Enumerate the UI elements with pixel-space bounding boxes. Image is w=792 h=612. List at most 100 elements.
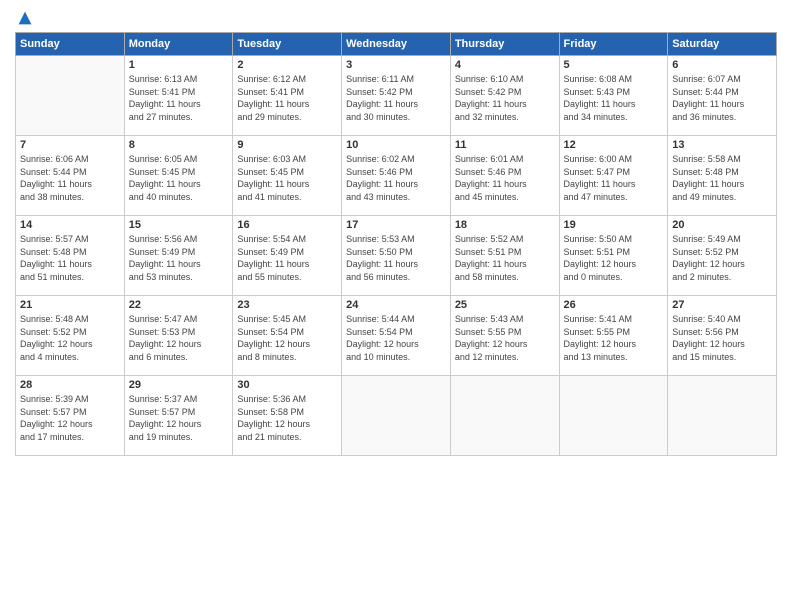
day-info: Sunrise: 5:36 AM Sunset: 5:58 PM Dayligh…	[237, 393, 337, 443]
day-info: Sunrise: 5:57 AM Sunset: 5:48 PM Dayligh…	[20, 233, 120, 283]
day-info: Sunrise: 6:10 AM Sunset: 5:42 PM Dayligh…	[455, 73, 555, 123]
weekday-header-sunday: Sunday	[16, 33, 125, 56]
day-number: 16	[237, 219, 337, 231]
weekday-header-row: SundayMondayTuesdayWednesdayThursdayFrid…	[16, 33, 777, 56]
calendar-cell: 14 Sunrise: 5:57 AM Sunset: 5:48 PM Dayli…	[16, 216, 125, 296]
logo	[15, 10, 33, 26]
calendar-cell: 1 Sunrise: 6:13 AM Sunset: 5:41 PM Daylig…	[124, 56, 233, 136]
calendar-cell: 12 Sunrise: 6:00 AM Sunset: 5:47 PM Dayli…	[559, 136, 668, 216]
calendar-cell: 11 Sunrise: 6:01 AM Sunset: 5:46 PM Dayli…	[450, 136, 559, 216]
day-number: 9	[237, 139, 337, 151]
day-number: 29	[129, 379, 229, 391]
day-info: Sunrise: 6:06 AM Sunset: 5:44 PM Dayligh…	[20, 153, 120, 203]
day-number: 12	[564, 139, 664, 151]
day-info: Sunrise: 6:12 AM Sunset: 5:41 PM Dayligh…	[237, 73, 337, 123]
day-info: Sunrise: 6:07 AM Sunset: 5:44 PM Dayligh…	[672, 73, 772, 123]
day-info: Sunrise: 5:39 AM Sunset: 5:57 PM Dayligh…	[20, 393, 120, 443]
day-info: Sunrise: 5:54 AM Sunset: 5:49 PM Dayligh…	[237, 233, 337, 283]
calendar-week-row: 21Sunrise: 5:48 AM Sunset: 5:52 PM Dayli…	[16, 296, 777, 376]
calendar-cell: 25Sunrise: 5:43 AM Sunset: 5:55 PM Dayli…	[450, 296, 559, 376]
day-number: 4	[455, 59, 555, 71]
day-info: Sunrise: 5:52 AM Sunset: 5:51 PM Dayligh…	[455, 233, 555, 283]
day-number: 6	[672, 59, 772, 71]
day-info: Sunrise: 6:05 AM Sunset: 5:45 PM Dayligh…	[129, 153, 229, 203]
calendar-cell	[559, 376, 668, 456]
day-info: Sunrise: 5:40 AM Sunset: 5:56 PM Dayligh…	[672, 313, 772, 363]
weekday-header-friday: Friday	[559, 33, 668, 56]
day-info: Sunrise: 6:13 AM Sunset: 5:41 PM Dayligh…	[129, 73, 229, 123]
calendar-cell: 28 Sunrise: 5:39 AM Sunset: 5:57 PM Dayli…	[16, 376, 125, 456]
calendar-cell: 16 Sunrise: 5:54 AM Sunset: 5:49 PM Dayli…	[233, 216, 342, 296]
calendar-cell: 5 Sunrise: 6:08 AM Sunset: 5:43 PM Daylig…	[559, 56, 668, 136]
calendar-week-row: 1 Sunrise: 6:13 AM Sunset: 5:41 PM Daylig…	[16, 56, 777, 136]
day-number: 3	[346, 59, 446, 71]
calendar-cell: 15 Sunrise: 5:56 AM Sunset: 5:49 PM Dayli…	[124, 216, 233, 296]
weekday-header-tuesday: Tuesday	[233, 33, 342, 56]
day-info: Sunrise: 5:49 AM Sunset: 5:52 PM Dayligh…	[672, 233, 772, 283]
day-number: 27	[672, 299, 772, 311]
calendar-cell: 24 Sunrise: 5:44 AM Sunset: 5:54 PM Dayli…	[342, 296, 451, 376]
day-info: Sunrise: 6:00 AM Sunset: 5:47 PM Dayligh…	[564, 153, 664, 203]
calendar-cell: 20 Sunrise: 5:49 AM Sunset: 5:52 PM Dayli…	[668, 216, 777, 296]
calendar-cell: 6 Sunrise: 6:07 AM Sunset: 5:44 PM Daylig…	[668, 56, 777, 136]
calendar-cell: 18 Sunrise: 5:52 AM Sunset: 5:51 PM Dayli…	[450, 216, 559, 296]
calendar-cell: 10Sunrise: 6:02 AM Sunset: 5:46 PM Dayli…	[342, 136, 451, 216]
weekday-header-monday: Monday	[124, 33, 233, 56]
day-number: 19	[564, 219, 664, 231]
calendar-week-row: 7 Sunrise: 6:06 AM Sunset: 5:44 PM Daylig…	[16, 136, 777, 216]
calendar-cell: 13 Sunrise: 5:58 AM Sunset: 5:48 PM Dayli…	[668, 136, 777, 216]
day-info: Sunrise: 5:41 AM Sunset: 5:55 PM Dayligh…	[564, 313, 664, 363]
header	[15, 10, 777, 26]
day-info: Sunrise: 5:47 AM Sunset: 5:53 PM Dayligh…	[129, 313, 229, 363]
day-info: Sunrise: 5:50 AM Sunset: 5:51 PM Dayligh…	[564, 233, 664, 283]
calendar-cell: 26Sunrise: 5:41 AM Sunset: 5:55 PM Dayli…	[559, 296, 668, 376]
day-number: 13	[672, 139, 772, 151]
day-number: 22	[129, 299, 229, 311]
day-number: 1	[129, 59, 229, 71]
day-info: Sunrise: 5:58 AM Sunset: 5:48 PM Dayligh…	[672, 153, 772, 203]
calendar-cell: 3 Sunrise: 6:11 AM Sunset: 5:42 PM Daylig…	[342, 56, 451, 136]
calendar-table: SundayMondayTuesdayWednesdayThursdayFrid…	[15, 32, 777, 456]
weekday-header-thursday: Thursday	[450, 33, 559, 56]
calendar-cell	[342, 376, 451, 456]
calendar-cell: 4 Sunrise: 6:10 AM Sunset: 5:42 PM Daylig…	[450, 56, 559, 136]
day-info: Sunrise: 5:37 AM Sunset: 5:57 PM Dayligh…	[129, 393, 229, 443]
day-number: 18	[455, 219, 555, 231]
calendar-cell: 17Sunrise: 5:53 AM Sunset: 5:50 PM Dayli…	[342, 216, 451, 296]
calendar-cell: 21Sunrise: 5:48 AM Sunset: 5:52 PM Dayli…	[16, 296, 125, 376]
day-number: 23	[237, 299, 337, 311]
day-info: Sunrise: 5:44 AM Sunset: 5:54 PM Dayligh…	[346, 313, 446, 363]
calendar-cell: 23 Sunrise: 5:45 AM Sunset: 5:54 PM Dayli…	[233, 296, 342, 376]
calendar-week-row: 28 Sunrise: 5:39 AM Sunset: 5:57 PM Dayli…	[16, 376, 777, 456]
logo-text	[15, 10, 33, 26]
weekday-header-wednesday: Wednesday	[342, 33, 451, 56]
day-number: 11	[455, 139, 555, 151]
calendar-cell: 30Sunrise: 5:36 AM Sunset: 5:58 PM Dayli…	[233, 376, 342, 456]
day-info: Sunrise: 6:11 AM Sunset: 5:42 PM Dayligh…	[346, 73, 446, 123]
calendar-week-row: 14 Sunrise: 5:57 AM Sunset: 5:48 PM Dayli…	[16, 216, 777, 296]
calendar-cell: 8 Sunrise: 6:05 AM Sunset: 5:45 PM Daylig…	[124, 136, 233, 216]
calendar-cell: 2Sunrise: 6:12 AM Sunset: 5:41 PM Daylig…	[233, 56, 342, 136]
day-number: 7	[20, 139, 120, 151]
day-info: Sunrise: 5:56 AM Sunset: 5:49 PM Dayligh…	[129, 233, 229, 283]
day-info: Sunrise: 6:08 AM Sunset: 5:43 PM Dayligh…	[564, 73, 664, 123]
calendar-cell: 19 Sunrise: 5:50 AM Sunset: 5:51 PM Dayli…	[559, 216, 668, 296]
day-info: Sunrise: 5:45 AM Sunset: 5:54 PM Dayligh…	[237, 313, 337, 363]
day-number: 14	[20, 219, 120, 231]
day-number: 24	[346, 299, 446, 311]
calendar-cell	[668, 376, 777, 456]
day-info: Sunrise: 6:03 AM Sunset: 5:45 PM Dayligh…	[237, 153, 337, 203]
day-number: 28	[20, 379, 120, 391]
calendar-cell: 9 Sunrise: 6:03 AM Sunset: 5:45 PM Daylig…	[233, 136, 342, 216]
weekday-header-saturday: Saturday	[668, 33, 777, 56]
day-number: 15	[129, 219, 229, 231]
day-number: 8	[129, 139, 229, 151]
day-number: 20	[672, 219, 772, 231]
day-info: Sunrise: 6:01 AM Sunset: 5:46 PM Dayligh…	[455, 153, 555, 203]
page: SundayMondayTuesdayWednesdayThursdayFrid…	[0, 0, 792, 612]
day-number: 17	[346, 219, 446, 231]
calendar-cell: 7 Sunrise: 6:06 AM Sunset: 5:44 PM Daylig…	[16, 136, 125, 216]
day-number: 5	[564, 59, 664, 71]
calendar-cell	[450, 376, 559, 456]
day-info: Sunrise: 6:02 AM Sunset: 5:46 PM Dayligh…	[346, 153, 446, 203]
